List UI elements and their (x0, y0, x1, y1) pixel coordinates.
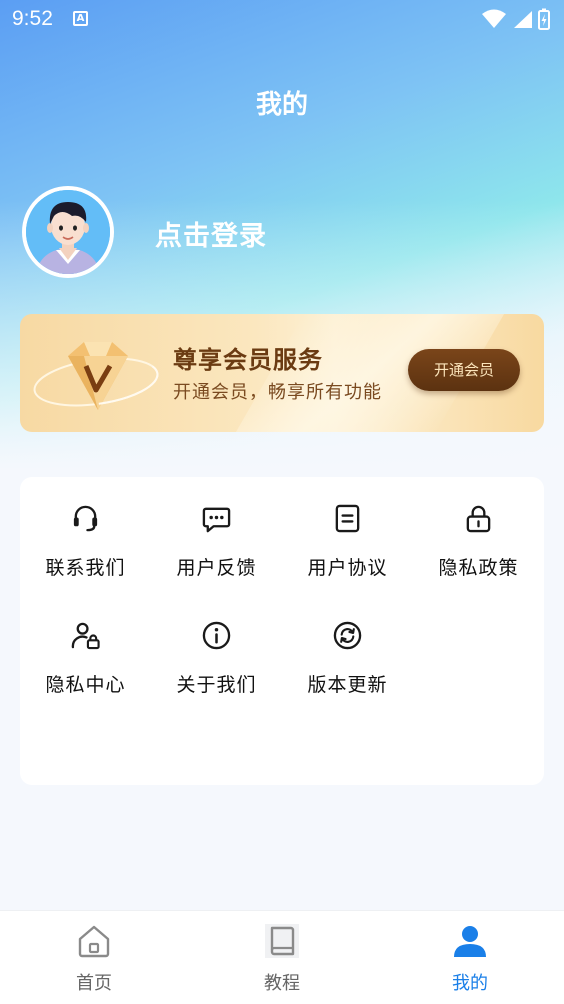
menu-grid: 联系我们 用户反馈 用户协议 隐私政策 隐私中心 关于我们 版本更新 (20, 477, 544, 785)
menu-item-label: 关于我们 (176, 674, 257, 696)
vip-title: 尊享会员服务 (173, 346, 323, 374)
open-membership-button[interactable]: 开通会员 (408, 349, 520, 391)
page-title: 我的 (255, 90, 308, 120)
lock-icon (466, 505, 491, 533)
menu-item-privacy-center[interactable]: 隐私中心 (20, 594, 151, 696)
refresh-icon (333, 621, 362, 650)
book-icon (265, 924, 299, 958)
vip-diamond-icon (33, 342, 159, 410)
nav-tab-tutorial[interactable]: 教程 (188, 911, 376, 1004)
menu-item-label: 用户反馈 (176, 557, 257, 579)
notification-icon: A (73, 11, 88, 26)
battery-icon (538, 8, 550, 30)
menu-item-user-agreement[interactable]: 用户协议 (282, 477, 413, 579)
menu-item-feedback[interactable]: 用户反馈 (151, 477, 282, 579)
menu-item-label: 联系我们 (45, 557, 126, 579)
menu-item-version-update[interactable]: 版本更新 (282, 594, 413, 696)
nav-tab-label: 首页 (76, 973, 112, 994)
nav-tab-mine[interactable]: 我的 (376, 911, 564, 1004)
document-icon (335, 504, 360, 533)
chat-bubble-icon (202, 507, 231, 533)
avatar[interactable] (22, 186, 114, 278)
bottom-navigation: 首页 教程 我的 (0, 910, 564, 1004)
vip-subtitle: 开通会员，畅享所有功能 (173, 382, 382, 403)
menu-item-label: 隐私中心 (45, 674, 126, 696)
menu-item-privacy-policy[interactable]: 隐私政策 (413, 477, 544, 579)
wifi-icon (482, 9, 506, 28)
login-link[interactable]: 点击登录 (155, 214, 267, 253)
vip-banner[interactable]: 尊享会员服务 开通会员，畅享所有功能 开通会员 (20, 314, 544, 432)
menu-item-about-us[interactable]: 关于我们 (151, 594, 282, 696)
menu-item-label: 版本更新 (307, 674, 388, 696)
user-lock-icon (71, 622, 100, 650)
avatar-illustration (26, 190, 110, 274)
signal-icon (514, 11, 532, 28)
status-bar: 9:52 A (0, 0, 564, 38)
nav-tab-home[interactable]: 首页 (0, 911, 188, 1004)
person-icon (454, 926, 486, 957)
nav-tab-label: 我的 (452, 973, 488, 994)
info-icon (202, 621, 231, 650)
menu-item-label: 用户协议 (307, 557, 388, 579)
nav-tab-label: 教程 (264, 973, 300, 994)
status-time: 9:52 (12, 7, 53, 30)
menu-item-contact-us[interactable]: 联系我们 (20, 477, 151, 579)
headset-icon (73, 505, 98, 532)
home-icon (78, 925, 110, 958)
menu-item-label: 隐私政策 (438, 557, 519, 579)
status-icons (482, 8, 550, 30)
